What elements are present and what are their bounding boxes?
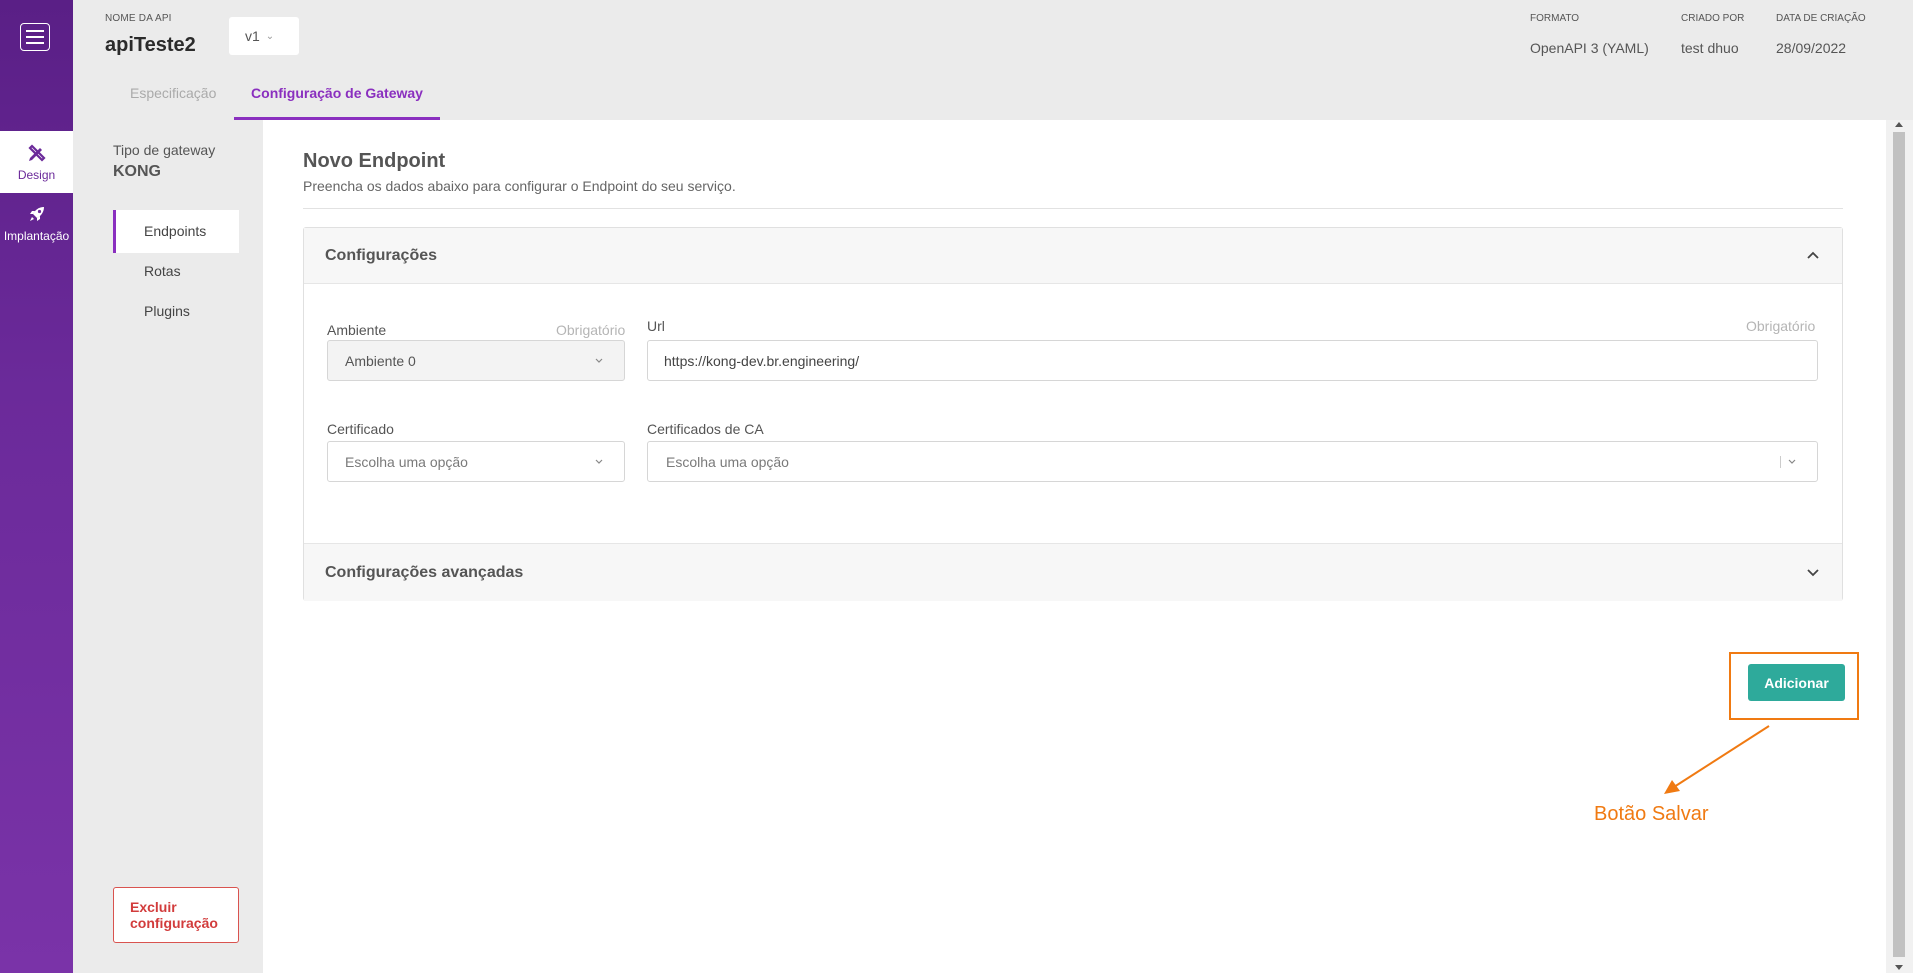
ca-placeholder: Escolha uma opção xyxy=(666,453,789,470)
scrollbar-thumb[interactable] xyxy=(1893,132,1905,957)
subnav-item-endpoints[interactable]: Endpoints xyxy=(113,210,239,253)
url-label: Url xyxy=(647,318,665,334)
gateway-type-label: Tipo de gateway xyxy=(113,142,216,158)
scroll-down-arrow-icon[interactable] xyxy=(1895,965,1903,970)
hamburger-menu-icon[interactable] xyxy=(20,23,50,51)
ca-label: Certificados de CA xyxy=(647,421,764,437)
design-pencil-ruler-icon xyxy=(27,143,46,162)
nav-rail-label-design: Design xyxy=(17,167,56,182)
chevron-up-icon xyxy=(1807,251,1819,259)
scroll-up-arrow-icon[interactable] xyxy=(1895,122,1903,127)
delete-config-button[interactable]: Excluir configuração xyxy=(113,887,239,943)
ambiente-select[interactable]: Ambiente 0 xyxy=(327,340,625,381)
ambiente-required: Obrigatório xyxy=(556,322,626,338)
api-name-label: NOME DA API xyxy=(105,13,172,24)
format-label: FORMATO xyxy=(1530,13,1580,24)
vertical-scrollbar[interactable] xyxy=(1886,120,1913,973)
ca-select[interactable]: Escolha uma opção xyxy=(647,441,1818,482)
chevron-down-icon xyxy=(1807,569,1819,577)
creation-date-label: DATA DE CRIAÇÃO xyxy=(1776,13,1866,24)
divider xyxy=(303,208,1843,209)
rocket-icon xyxy=(29,206,44,221)
gateway-subnav: Tipo de gateway KONG Endpoints Rotas Plu… xyxy=(73,120,263,973)
main-content: Novo Endpoint Preencha os dados abaixo p… xyxy=(263,120,1886,973)
header-gutter xyxy=(1886,0,1913,120)
chevron-down-icon: ⌄ xyxy=(265,30,275,42)
version-value: v1 xyxy=(245,28,260,44)
subnav-item-rotas[interactable]: Rotas xyxy=(113,250,239,293)
select-separator xyxy=(1780,456,1781,468)
certificado-label: Certificado xyxy=(327,421,394,437)
configuracoes-avancadas-title: Configurações avançadas xyxy=(325,564,524,581)
tab-configuracao-gateway[interactable]: Configuração de Gateway xyxy=(234,80,440,120)
chevron-down-icon xyxy=(595,358,603,363)
annotation-label: Botão Salvar xyxy=(1594,803,1709,825)
ambiente-label: Ambiente xyxy=(327,322,387,338)
page-header: NOME DA API apiTeste2 v1 ⌄ FORMATO OpenA… xyxy=(73,0,1886,120)
certificado-select[interactable]: Escolha uma opção xyxy=(327,441,625,482)
url-value: https://kong-dev.br.engineering/ xyxy=(664,352,860,369)
created-by-label: CRIADO POR xyxy=(1681,13,1745,24)
nav-rail-item-implantacao[interactable]: Implantação xyxy=(0,195,73,251)
chevron-down-icon xyxy=(1788,459,1796,464)
configuracoes-panel: Configurações Ambiente Obrigatório Ambie… xyxy=(303,227,1843,601)
creation-date-value: 28/09/2022 xyxy=(1776,40,1847,56)
ambiente-value: Ambiente 0 xyxy=(345,352,416,369)
configuracoes-title: Configurações xyxy=(325,247,438,264)
page-title: Novo Endpoint xyxy=(303,150,446,172)
certificado-placeholder: Escolha uma opção xyxy=(345,453,468,470)
configuracoes-avancadas-header[interactable]: Configurações avançadas xyxy=(304,543,1842,601)
nav-rail-label-implantacao: Implantação xyxy=(3,228,70,243)
nav-rail: Design Implantação xyxy=(0,0,73,973)
page-subtitle: Preencha os dados abaixo para configurar… xyxy=(303,178,736,194)
annotation-arrow xyxy=(1664,725,1770,794)
api-name: apiTeste2 xyxy=(105,34,196,56)
configuracoes-header[interactable]: Configurações xyxy=(304,228,1842,284)
url-required: Obrigatório xyxy=(1746,318,1816,334)
chevron-down-icon xyxy=(595,459,603,464)
format-value: OpenAPI 3 (YAML) xyxy=(1530,40,1649,56)
version-select[interactable]: v1 ⌄ xyxy=(229,17,299,55)
tab-especificacao[interactable]: Especificação xyxy=(130,80,216,120)
nav-rail-item-design[interactable]: Design xyxy=(0,131,73,193)
url-input[interactable]: https://kong-dev.br.engineering/ xyxy=(647,340,1818,381)
add-button[interactable]: Adicionar xyxy=(1748,664,1845,701)
created-by-value: test dhuo xyxy=(1681,40,1739,56)
gateway-type-value: KONG xyxy=(113,163,161,180)
subnav-item-plugins[interactable]: Plugins xyxy=(113,290,239,333)
